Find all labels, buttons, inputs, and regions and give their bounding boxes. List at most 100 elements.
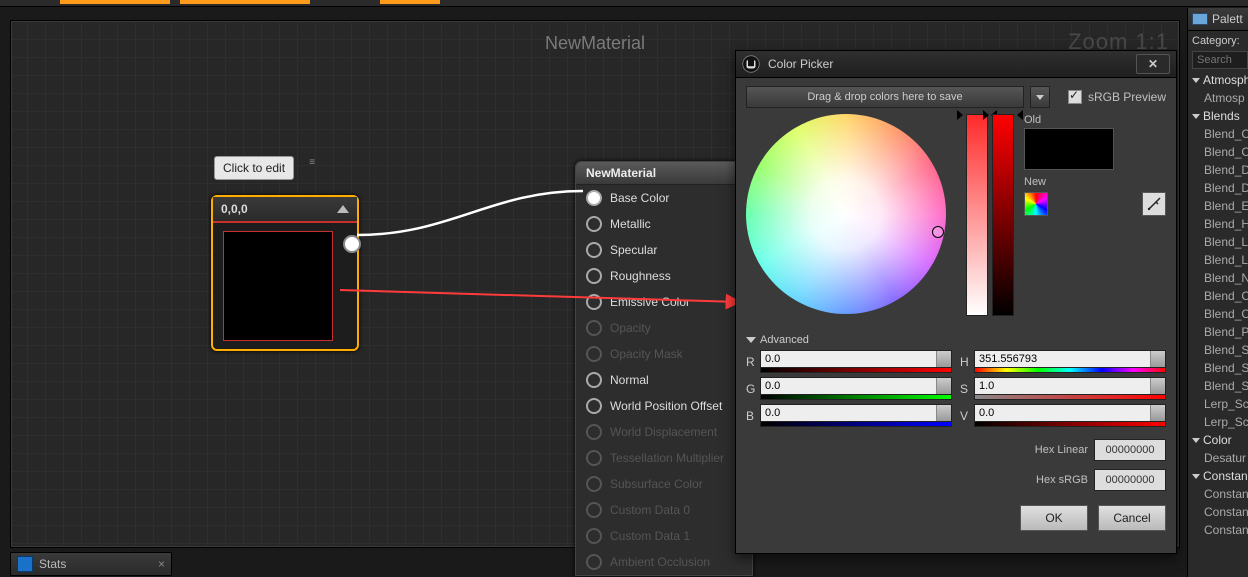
material-output-node[interactable]: NewMaterial Base ColorMetallicSpecularRo…	[575, 161, 753, 576]
palette-category[interactable]: Atmosph	[1190, 71, 1248, 89]
input-pin	[586, 346, 602, 362]
palette-item[interactable]: Desatur	[1190, 449, 1248, 467]
palette-item[interactable]: Constan	[1190, 521, 1248, 539]
palette-item[interactable]: Blend_S	[1190, 341, 1248, 359]
const-node-value: 0,0,0	[221, 202, 248, 216]
palette-item[interactable]: Atmosp	[1190, 89, 1248, 107]
channel-r-input[interactable]	[760, 350, 952, 368]
stats-icon	[17, 556, 33, 572]
spinner-icon[interactable]	[1150, 405, 1165, 421]
material-input-world-position-offset[interactable]: World Position Offset	[576, 393, 752, 419]
palette-item[interactable]: Blend_E	[1190, 197, 1248, 215]
palette-item[interactable]: Blend_L	[1190, 251, 1248, 269]
palette-category[interactable]: Blends	[1190, 107, 1248, 125]
palette-item[interactable]: Blend_S	[1190, 359, 1248, 377]
palette-item[interactable]: Lerp_Sc	[1190, 395, 1248, 413]
hex-srgb-input[interactable]	[1094, 469, 1166, 491]
spinner-icon[interactable]	[936, 405, 951, 421]
palette-panel[interactable]: Palett Category: AtmosphAtmospBlendsBlen…	[1187, 8, 1248, 577]
palette-item[interactable]: Blend_D	[1190, 179, 1248, 197]
input-pin[interactable]	[586, 268, 602, 284]
channel-v-input[interactable]	[974, 404, 1166, 422]
material-input-world-displacement: World Displacement	[576, 419, 752, 445]
old-color-preview	[1024, 128, 1114, 170]
input-label: Roughness	[610, 269, 671, 283]
hex-linear-input[interactable]	[1094, 439, 1166, 461]
input-label: Specular	[610, 243, 657, 257]
palette-category[interactable]: Constan	[1190, 467, 1248, 485]
input-label: Metallic	[610, 217, 651, 231]
output-pin[interactable]	[343, 235, 361, 253]
palette-item[interactable]: Constan	[1190, 503, 1248, 521]
material-input-roughness[interactable]: Roughness	[576, 263, 752, 289]
input-pin[interactable]	[586, 372, 602, 388]
color-themes-button[interactable]	[1024, 192, 1048, 216]
palette-item[interactable]: Blend_C	[1190, 143, 1248, 161]
input-pin[interactable]	[586, 398, 602, 414]
constant-vector-node[interactable]: 0,0,0	[211, 195, 359, 351]
input-label: World Position Offset	[610, 399, 722, 413]
input-pin	[586, 528, 602, 544]
input-label: Base Color	[610, 191, 669, 205]
color-wheel-cursor[interactable]	[932, 226, 944, 238]
palette-item[interactable]: Blend_N	[1190, 269, 1248, 287]
palette-item[interactable]: Blend_C	[1190, 305, 1248, 323]
color-picker-titlebar[interactable]: Color Picker ✕	[736, 51, 1176, 78]
material-input-normal[interactable]: Normal	[576, 367, 752, 393]
material-input-metallic[interactable]: Metallic	[576, 211, 752, 237]
palette-item[interactable]: Blend_L	[1190, 233, 1248, 251]
input-label: Emissive Color	[610, 295, 690, 309]
stats-tab[interactable]: Stats ×	[10, 552, 172, 576]
channel-s-input[interactable]	[974, 377, 1166, 395]
spinner-icon[interactable]	[1150, 351, 1165, 367]
palette-search-input[interactable]	[1192, 51, 1248, 69]
palette-item[interactable]: Lerp_Sc	[1190, 413, 1248, 431]
spinner-icon[interactable]	[936, 378, 951, 394]
color-picker-title: Color Picker	[768, 57, 833, 71]
color-wheel[interactable]	[746, 114, 946, 314]
input-pin	[586, 320, 602, 336]
eyedropper-button[interactable]	[1142, 192, 1166, 216]
palette-item[interactable]: Blend_H	[1190, 215, 1248, 233]
spinner-icon[interactable]	[1150, 378, 1165, 394]
channel-b-input[interactable]	[760, 404, 952, 422]
palette-item[interactable]: Blend_P	[1190, 323, 1248, 341]
input-pin[interactable]	[586, 216, 602, 232]
input-pin	[586, 476, 602, 492]
palette-item[interactable]: Constan	[1190, 485, 1248, 503]
srgb-preview-checkbox[interactable]	[1068, 90, 1082, 104]
palette-item[interactable]: Blend_C	[1190, 287, 1248, 305]
hex-srgb-label: Hex sRGB	[1036, 474, 1088, 486]
saved-colors-dropdown[interactable]	[1030, 86, 1050, 108]
input-pin[interactable]	[586, 294, 602, 310]
palette-item[interactable]: Blend_C	[1190, 125, 1248, 143]
input-pin[interactable]	[586, 242, 602, 258]
cancel-button[interactable]: Cancel	[1098, 505, 1166, 531]
palette-category[interactable]: Color	[1190, 431, 1248, 449]
material-input-base-color[interactable]: Base Color	[576, 185, 752, 211]
material-input-specular[interactable]: Specular	[576, 237, 752, 263]
spinner-icon[interactable]	[936, 351, 951, 367]
material-input-custom-data-1: Custom Data 1	[576, 523, 752, 549]
input-label: World Displacement	[610, 425, 717, 439]
close-icon[interactable]: ×	[158, 557, 165, 571]
srgb-preview-label: sRGB Preview	[1088, 90, 1166, 104]
palette-item[interactable]: Blend_D	[1190, 161, 1248, 179]
palette-category-label: Category:	[1190, 33, 1248, 49]
material-input-emissive-color[interactable]: Emissive Color	[576, 289, 752, 315]
channel-h-input[interactable]	[974, 350, 1166, 368]
palette-item[interactable]: Blend_S	[1190, 377, 1248, 395]
color-swatch[interactable]	[223, 231, 333, 341]
saturation-slider[interactable]	[966, 114, 988, 316]
close-button[interactable]: ✕	[1136, 54, 1170, 74]
ok-button[interactable]: OK	[1020, 505, 1088, 531]
input-pin[interactable]	[586, 190, 602, 206]
advanced-expander-icon[interactable]	[746, 337, 756, 343]
collapse-icon[interactable]	[337, 205, 349, 213]
palette-header[interactable]: Palett	[1188, 8, 1248, 31]
color-picker-window[interactable]: Color Picker ✕ Drag & drop colors here t…	[735, 50, 1177, 554]
value-slider[interactable]	[992, 114, 1014, 316]
channel-g-input[interactable]	[760, 377, 952, 395]
color-drop-area[interactable]: Drag & drop colors here to save	[746, 86, 1024, 108]
material-input-tessellation-multiplier: Tessellation Multiplier	[576, 445, 752, 471]
